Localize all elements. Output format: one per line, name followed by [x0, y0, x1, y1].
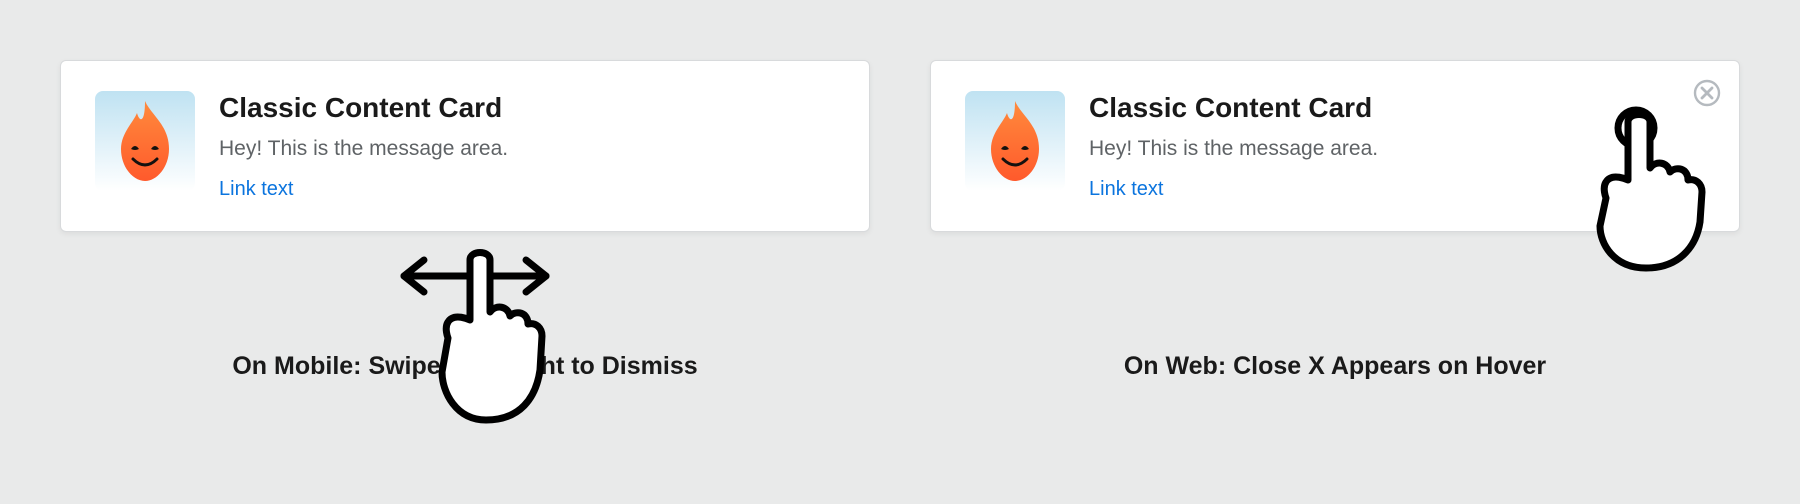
card-message: Hey! This is the message area.	[1089, 135, 1378, 162]
mobile-column: Classic Content Card Hey! This is the me…	[60, 60, 870, 464]
flame-icon	[983, 101, 1047, 181]
card-message: Hey! This is the message area.	[219, 135, 508, 162]
mobile-caption: On Mobile: Swipe Left/Right to Dismiss	[232, 352, 697, 381]
close-icon	[1693, 79, 1721, 107]
card-icon	[965, 91, 1065, 191]
content-card[interactable]: Classic Content Card Hey! This is the me…	[930, 60, 1740, 232]
flame-icon	[113, 101, 177, 181]
card-title: Classic Content Card	[219, 91, 508, 125]
web-column: Classic Content Card Hey! This is the me…	[930, 60, 1740, 464]
swipe-gesture-icon	[390, 240, 560, 430]
card-body: Classic Content Card Hey! This is the me…	[1089, 91, 1378, 201]
card-icon	[95, 91, 195, 191]
close-button[interactable]	[1691, 77, 1723, 109]
card-title: Classic Content Card	[1089, 91, 1378, 125]
card-link[interactable]: Link text	[219, 178, 508, 201]
card-link[interactable]: Link text	[1089, 178, 1378, 201]
content-card[interactable]: Classic Content Card Hey! This is the me…	[60, 60, 870, 232]
card-body: Classic Content Card Hey! This is the me…	[219, 91, 508, 201]
web-caption: On Web: Close X Appears on Hover	[1124, 352, 1546, 381]
